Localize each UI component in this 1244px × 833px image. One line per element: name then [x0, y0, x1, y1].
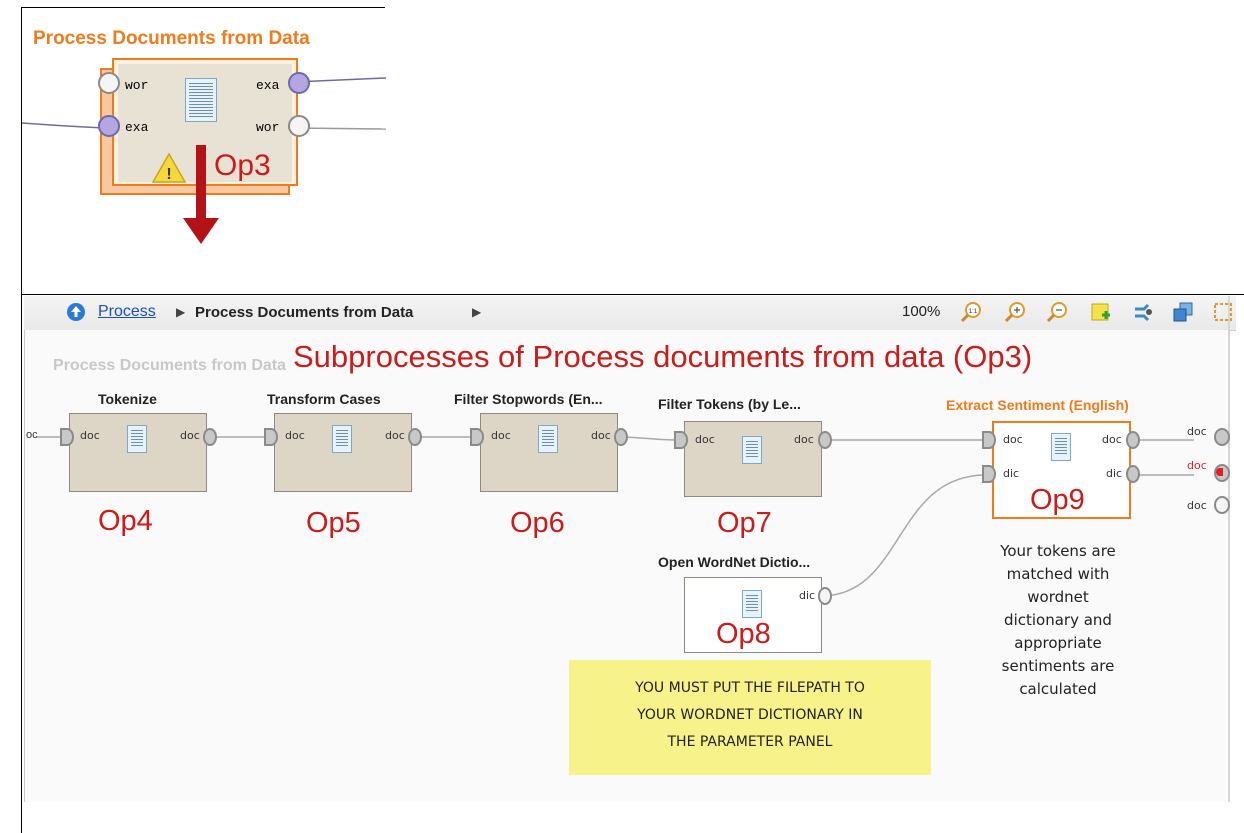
tokenize-title: Tokenize — [98, 391, 157, 407]
extract-sentiment-port-out-dic[interactable] — [1126, 465, 1140, 483]
open-wordnet-port-out-label: dic — [799, 589, 816, 602]
output-port-label-3: doc — [1187, 499, 1207, 512]
op6-label: Op6 — [510, 507, 565, 539]
tokenize-port-in-label: doc — [80, 429, 100, 442]
extract-sentiment-out-dic-label: dic — [1106, 467, 1123, 480]
breadcrumb-separator: ▶ — [176, 305, 186, 319]
extract-sentiment-port-in-dic[interactable] — [982, 465, 996, 483]
filter-stopwords-port-in-label: doc — [491, 429, 511, 442]
add-note-icon[interactable] — [1090, 301, 1112, 323]
extract-sentiment-out-doc-label: doc — [1102, 433, 1122, 446]
filter-stopwords-title: Filter Stopwords (En... — [454, 391, 603, 407]
op5-label: Op5 — [306, 507, 361, 539]
expand-icon[interactable] — [1212, 301, 1234, 323]
filter-tokens-document-icon — [742, 436, 762, 464]
zoom-level: 100% — [902, 303, 941, 320]
auto-connect-icon[interactable] — [1132, 301, 1154, 323]
transform-cases-port-out[interactable] — [408, 428, 422, 446]
frame-divider — [21, 294, 1244, 295]
wordnet-note[interactable]: YOU MUST PUT THE FILEPATH TO YOUR WORDNE… — [569, 660, 931, 775]
filter-stopwords-port-out-label: doc — [591, 429, 611, 442]
open-wordnet-title: Open WordNet Dictio... — [658, 554, 811, 570]
transform-cases-title: Transform Cases — [267, 391, 381, 407]
output-port-3[interactable] — [1214, 496, 1230, 514]
extract-sentiment-document-icon — [1051, 433, 1071, 461]
filter-stopwords-port-out[interactable] — [614, 428, 628, 446]
filter-stopwords-document-icon — [538, 425, 558, 453]
svg-text:!: ! — [166, 166, 171, 183]
canvas-right-border — [1228, 296, 1230, 802]
transform-cases-port-out-label: doc — [385, 429, 405, 442]
op3-port-in-exa[interactable] — [98, 115, 120, 137]
filter-tokens-title: Filter Tokens (by Le... — [658, 396, 801, 412]
zoom-out-icon[interactable] — [1046, 301, 1068, 323]
output-port-1[interactable] — [1214, 428, 1230, 446]
document-icon — [185, 78, 217, 122]
breadcrumb-separator-end: ▶ — [472, 305, 482, 319]
op3-port-label-out-bottom: wor — [256, 120, 280, 135]
output-port-label-2: doc — [1187, 459, 1207, 472]
zoom-in-icon[interactable] — [1004, 301, 1026, 323]
tokenize-port-in[interactable] — [60, 428, 74, 446]
filter-tokens-port-out-label: doc — [794, 433, 814, 446]
transform-cases-port-in[interactable] — [264, 428, 278, 446]
op3-port-label-in-top: wor — [125, 78, 149, 93]
op3-port-out-wor[interactable] — [288, 115, 310, 137]
extract-sentiment-in-dic-label: dic — [1003, 467, 1020, 480]
filter-tokens-port-out[interactable] — [818, 431, 832, 449]
zoom-reset-icon[interactable]: 1:1 — [960, 301, 982, 323]
arrow-down-icon — [183, 145, 219, 244]
extract-sentiment-port-out-doc[interactable] — [1126, 431, 1140, 449]
op7-label: Op7 — [717, 507, 772, 539]
open-wordnet-port-out[interactable] — [818, 587, 832, 605]
op3-title: Process Documents from Data — [33, 28, 310, 49]
output-port-label-1: doc — [1187, 425, 1207, 438]
op3-port-label-out-top: exa — [256, 78, 280, 93]
op3-port-out-exa[interactable] — [288, 72, 310, 94]
frame-top — [21, 7, 385, 8]
op9-label: Op9 — [1030, 484, 1085, 516]
sentiment-description: Your tokens are matched with wordnet dic… — [1000, 542, 1116, 698]
extract-sentiment-title: Extract Sentiment (English) — [946, 397, 1129, 413]
up-arrow-icon[interactable] — [66, 302, 86, 322]
filter-tokens-port-in-label: doc — [695, 433, 715, 446]
filter-stopwords-port-in[interactable] — [470, 428, 484, 446]
op8-label: Op8 — [716, 618, 771, 650]
op3-port-in-wor[interactable] — [98, 72, 120, 94]
op3-port-label-in-bottom: exa — [125, 120, 149, 135]
op4-label: Op4 — [98, 505, 153, 537]
layers-icon[interactable] — [1172, 301, 1194, 323]
open-wordnet-document-icon — [742, 590, 762, 618]
left-edge-port-label: oc — [26, 429, 38, 441]
output-port-2-error-marker — [1216, 468, 1223, 476]
extract-sentiment-in-doc-label: doc — [1003, 433, 1023, 446]
svg-text:1:1: 1:1 — [969, 309, 978, 315]
breadcrumb-process[interactable]: Process — [98, 303, 156, 321]
transform-cases-port-in-label: doc — [285, 429, 305, 442]
filter-tokens-port-in[interactable] — [674, 431, 688, 449]
tokenize-port-out[interactable] — [203, 428, 217, 446]
transform-cases-document-icon — [332, 425, 352, 453]
tokenize-document-icon — [127, 425, 147, 453]
extract-sentiment-port-in-doc[interactable] — [982, 431, 996, 449]
tokenize-port-out-label: doc — [180, 429, 200, 442]
breadcrumb-current: Process Documents from Data — [195, 304, 414, 321]
